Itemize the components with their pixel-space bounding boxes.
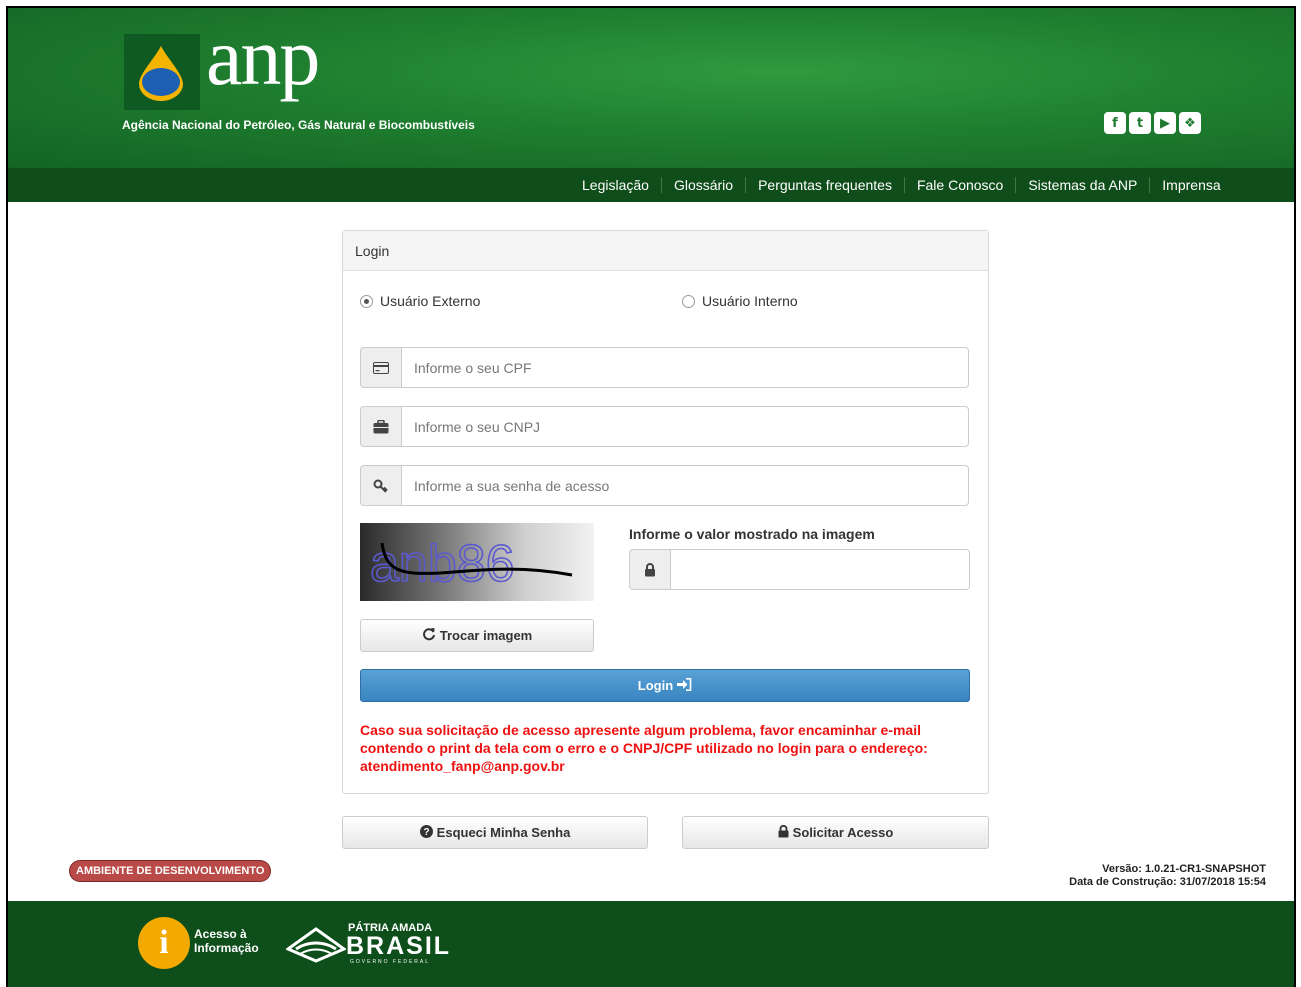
brasil-wordmark: BRASIL	[346, 932, 452, 960]
agency-tagline: Agência Nacional do Petróleo, Gás Natura…	[122, 118, 475, 132]
briefcase-icon	[360, 406, 401, 447]
site-footer: i Acesso à Informação PÁTRIA AMADA BRASI…	[8, 901, 1294, 987]
acesso-line1: Acesso à	[194, 927, 247, 941]
cnpj-input[interactable]	[401, 406, 969, 447]
radio-unchecked-icon[interactable]	[682, 294, 695, 308]
nav-legislacao[interactable]: Legislação	[570, 177, 661, 193]
captcha-input-group	[629, 549, 970, 590]
trocar-imagem-label: Trocar imagem	[439, 628, 533, 643]
nav-glossario[interactable]: Glossário	[660, 177, 745, 193]
login-panel-title: Login	[343, 231, 988, 271]
radio-externo-label: Usuário Externo	[380, 293, 481, 309]
environment-badge: AMBIENTE DE DESENVOLVIMENTO	[70, 861, 271, 881]
senha-input-group	[360, 465, 969, 506]
acesso-line2: Informação	[194, 941, 259, 955]
login-button[interactable]: Login	[360, 669, 970, 702]
nav-fale-conosco[interactable]: Fale Conosco	[903, 177, 1015, 193]
captcha-label: Informe o valor mostrado na imagem	[629, 526, 875, 542]
lock-icon	[778, 824, 789, 841]
key-icon	[360, 465, 401, 506]
facebook-icon[interactable]: f	[1104, 112, 1126, 134]
anp-logo-icon[interactable]	[124, 34, 200, 110]
cpf-input[interactable]	[401, 347, 969, 388]
governo-federal-label: GOVERNO FEDERAL	[350, 959, 431, 965]
credit-card-icon	[360, 347, 401, 388]
page-frame: anp Agência Nacional do Petróleo, Gás Na…	[6, 6, 1296, 987]
youtube-icon[interactable]: ▶	[1154, 112, 1176, 134]
lock-icon	[629, 549, 670, 590]
esqueci-senha-label: Esqueci Minha Senha	[436, 825, 571, 840]
acesso-informacao-icon[interactable]: i	[138, 917, 190, 969]
login-panel: Login Usuário Externo Usuário Interno In…	[342, 230, 989, 794]
radio-checked-icon[interactable]	[360, 294, 373, 308]
radio-usuario-externo[interactable]: Usuário Externo	[360, 293, 480, 309]
nav-imprensa[interactable]: Imprensa	[1149, 177, 1232, 193]
social-links: f t ▶ ❖	[1104, 112, 1201, 134]
top-nav: Legislação Glossário Perguntas frequente…	[8, 168, 1294, 202]
login-button-label: Login	[637, 678, 674, 693]
version-info: Versão: 1.0.21-CR1-SNAPSHOT Data de Cons…	[1069, 863, 1266, 889]
senha-input[interactable]	[401, 465, 969, 506]
oil-drop-icon	[139, 46, 183, 101]
radio-usuario-interno[interactable]: Usuário Interno	[682, 293, 798, 309]
acesso-informacao-link[interactable]: Acesso à Informação	[194, 927, 259, 955]
site-header: anp Agência Nacional do Petróleo, Gás Na…	[8, 8, 1294, 168]
radio-interno-label: Usuário Interno	[702, 293, 798, 309]
access-problem-warning: Caso sua solicitação de acesso apresente…	[360, 722, 928, 774]
solicitar-acesso-button[interactable]: Solicitar Acesso	[682, 816, 989, 849]
flickr-icon[interactable]: ❖	[1179, 112, 1201, 134]
version-number: Versão: 1.0.21-CR1-SNAPSHOT	[1102, 863, 1266, 875]
nav-perguntas-frequentes[interactable]: Perguntas frequentes	[745, 177, 904, 193]
logo-wordmark[interactable]: anp	[206, 16, 320, 98]
question-circle-icon: ?	[419, 824, 433, 841]
trocar-imagem-button[interactable]: Trocar imagem	[360, 619, 594, 652]
esqueci-senha-button[interactable]: ? Esqueci Minha Senha	[342, 816, 648, 849]
brasil-flag-icon[interactable]	[286, 921, 346, 965]
build-date: Data de Construção: 31/07/2018 15:54	[1069, 876, 1266, 888]
sign-in-icon	[677, 677, 692, 694]
nav-sistemas-anp[interactable]: Sistemas da ANP	[1015, 177, 1149, 193]
solicitar-acesso-label: Solicitar Acesso	[792, 825, 894, 840]
refresh-icon	[422, 627, 436, 644]
captcha-input[interactable]	[670, 549, 970, 590]
twitter-icon[interactable]: t	[1129, 112, 1151, 134]
captcha-image: anb86	[360, 523, 594, 601]
cnpj-input-group	[360, 406, 969, 447]
svg-text:?: ?	[423, 827, 429, 838]
cpf-input-group	[360, 347, 969, 388]
